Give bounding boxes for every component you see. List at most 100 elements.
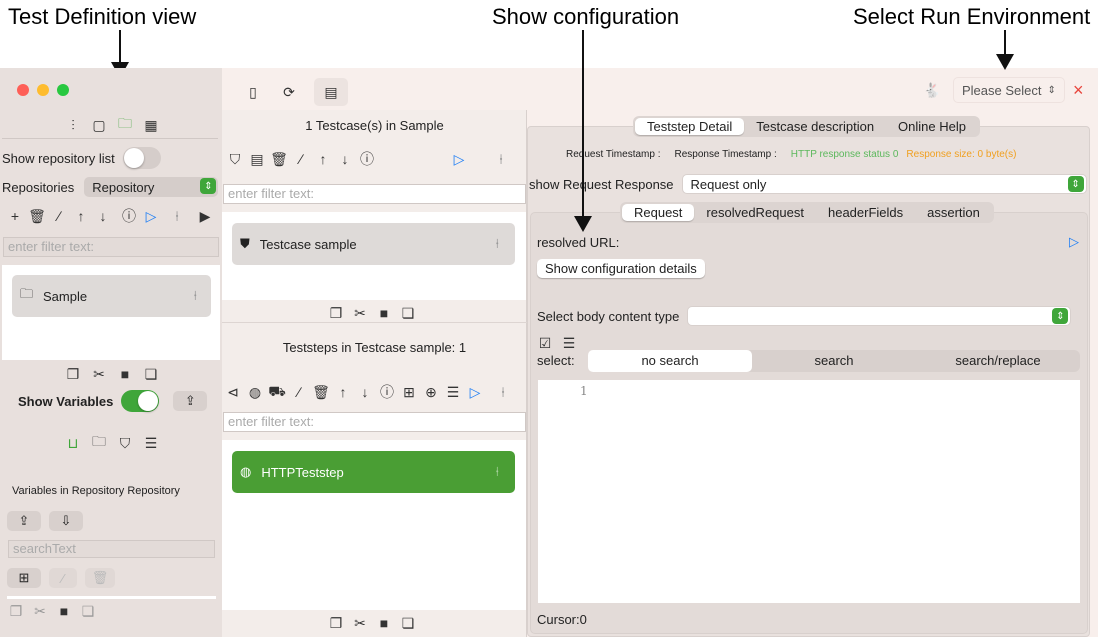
info-icon[interactable]: ⓘ bbox=[376, 382, 398, 402]
duplicate-icon[interactable]: ❏ bbox=[397, 613, 419, 633]
copy-icon[interactable]: ❐ bbox=[5, 601, 27, 621]
info-icon[interactable]: ⓘ bbox=[356, 149, 378, 169]
scissors-icon[interactable]: ✂ bbox=[349, 303, 371, 323]
show-repo-list-toggle[interactable] bbox=[122, 147, 161, 169]
paste-icon[interactable]: ■ bbox=[373, 303, 395, 323]
back-circle-icon[interactable]: ⊲ bbox=[222, 382, 244, 402]
repositories-select[interactable]: Repository ⇕ bbox=[84, 177, 219, 197]
tab-online-help[interactable]: Online Help bbox=[886, 118, 978, 135]
copy-icon[interactable]: ❐ bbox=[62, 364, 84, 384]
edit-icon[interactable]: ∕ bbox=[288, 382, 310, 402]
close-icon[interactable]: × bbox=[1073, 80, 1084, 101]
sidebar-toggle-icon[interactable]: ▯ bbox=[242, 82, 264, 102]
news-icon[interactable]: ▦ bbox=[140, 115, 162, 135]
list-indent-icon[interactable]: ☰ bbox=[561, 333, 577, 353]
show-config-button[interactable]: Show configuration details bbox=[537, 259, 705, 278]
tab-resolved-request[interactable]: resolvedRequest bbox=[694, 204, 816, 221]
tab-header-fields[interactable]: headerFields bbox=[816, 204, 915, 221]
arrow-down-icon[interactable]: ↓ bbox=[92, 206, 114, 226]
testcase-filter-input[interactable]: enter filter text: bbox=[223, 184, 526, 204]
edit-icon[interactable]: ∕ bbox=[290, 149, 312, 169]
scissors-icon[interactable]: ✂ bbox=[29, 601, 51, 621]
search-mode-replace[interactable]: search/replace bbox=[916, 350, 1080, 372]
scissors-icon[interactable]: ✂ bbox=[349, 613, 371, 633]
list-doc-icon[interactable]: ▤ bbox=[246, 149, 268, 169]
response-size: Response size: 0 byte(s) bbox=[906, 149, 1017, 160]
play-icon[interactable]: ▷ bbox=[1069, 234, 1079, 250]
globe-icon[interactable]: ◍ bbox=[244, 382, 266, 402]
number-circle-icon[interactable]: ⊕ bbox=[420, 382, 442, 402]
figure-icon[interactable]: ⍿ bbox=[492, 382, 514, 402]
delete-variable-button[interactable]: 🗑 bbox=[85, 568, 115, 588]
list-item[interactable]: ◍ HTTPTeststep ⍿ bbox=[232, 451, 515, 493]
list-item[interactable]: ⛊ Testcase sample ⍿ bbox=[232, 223, 515, 265]
list-item[interactable]: 🗀 Sample ⍿ bbox=[12, 275, 211, 317]
format-checklist-icon[interactable]: ☑ bbox=[537, 333, 553, 353]
play-icon[interactable]: ▷ bbox=[140, 206, 162, 226]
repositories-label: Repositories bbox=[2, 179, 75, 195]
arrow-up-icon[interactable]: ↑ bbox=[332, 382, 354, 402]
shield-icon[interactable]: ⛉ bbox=[114, 433, 136, 453]
window-close-button[interactable] bbox=[17, 84, 29, 96]
folder-icon[interactable]: 🗀 bbox=[114, 115, 136, 135]
tab-testcase-description[interactable]: Testcase description bbox=[744, 118, 886, 135]
repo-filter-input[interactable]: enter filter text: bbox=[3, 237, 219, 257]
play-icon[interactable]: ▷ bbox=[448, 149, 470, 169]
sync-icon[interactable]: ⟳ bbox=[278, 82, 300, 102]
inbox-icon[interactable]: ⊔ bbox=[62, 433, 84, 453]
trash-icon[interactable]: 🗑 bbox=[268, 149, 290, 169]
tab-request[interactable]: Request bbox=[622, 204, 695, 221]
play-rect-icon[interactable]: ▶ bbox=[194, 206, 216, 226]
trash-icon[interactable]: 🗑 bbox=[310, 382, 332, 402]
show-variables-toggle[interactable] bbox=[121, 390, 160, 412]
arrow-up-icon[interactable]: ↑ bbox=[70, 206, 92, 226]
document-view-icon[interactable]: ▤ bbox=[314, 78, 348, 106]
checklist-icon[interactable]: ☰ bbox=[140, 433, 162, 453]
edit-icon[interactable]: ∕ bbox=[48, 206, 70, 226]
teststep-filter-input[interactable]: enter filter text: bbox=[223, 412, 526, 432]
trash-icon[interactable]: 🗑 bbox=[26, 206, 48, 226]
arrow-down-icon[interactable]: ↓ bbox=[334, 149, 356, 169]
add-icon[interactable]: + bbox=[4, 206, 26, 226]
cart-icon[interactable]: ⛟ bbox=[266, 382, 288, 402]
arrow-down-icon[interactable]: ↓ bbox=[354, 382, 376, 402]
add-variable-button[interactable]: ⊞ bbox=[7, 568, 41, 588]
show-request-response-label: show Request Response bbox=[529, 176, 674, 192]
shield-check-icon[interactable]: ⛉ bbox=[224, 149, 246, 169]
show-request-response-select[interactable]: Request only ⇕ bbox=[681, 174, 1087, 194]
text-wrap-icon[interactable]: ☰ bbox=[442, 382, 464, 402]
number-square-icon[interactable]: ⊞ bbox=[398, 382, 420, 402]
import-variables-button[interactable]: ⇩ bbox=[49, 511, 83, 531]
info-icon[interactable]: ⓘ bbox=[118, 206, 140, 226]
arrow-up-icon[interactable]: ↑ bbox=[312, 149, 334, 169]
variables-search-input[interactable]: searchText bbox=[8, 540, 215, 558]
paste-icon[interactable]: ■ bbox=[373, 613, 395, 633]
duplicate-icon[interactable]: ❏ bbox=[140, 364, 162, 384]
figure-icon[interactable]: ⍿ bbox=[166, 206, 188, 226]
tab-assertion[interactable]: assertion bbox=[915, 204, 992, 221]
copy-icon[interactable]: ❐ bbox=[325, 613, 347, 633]
window-zoom-button[interactable] bbox=[57, 84, 69, 96]
figure-icon[interactable]: ⍿ bbox=[490, 149, 512, 169]
search-mode-no-search[interactable]: no search bbox=[588, 350, 752, 372]
body-type-select[interactable]: ⇕ bbox=[687, 306, 1072, 326]
edit-variable-button[interactable]: ∕ bbox=[49, 568, 77, 588]
play-icon[interactable]: ▷ bbox=[464, 382, 486, 402]
copy-icon[interactable]: ❐ bbox=[325, 303, 347, 323]
search-mode-search[interactable]: search bbox=[752, 350, 916, 372]
paste-icon[interactable]: ■ bbox=[114, 364, 136, 384]
export-button[interactable]: ⇪ bbox=[173, 391, 208, 411]
duplicate-icon[interactable]: ❏ bbox=[77, 601, 99, 621]
scissors-icon[interactable]: ✂ bbox=[88, 364, 110, 384]
duplicate-icon[interactable]: ❏ bbox=[397, 303, 419, 323]
body-editor[interactable]: 1 bbox=[538, 380, 1080, 603]
export-variables-button[interactable]: ⇪ bbox=[7, 511, 41, 531]
backpack-icon[interactable]: ▢ bbox=[88, 115, 110, 135]
waveform-icon[interactable]: ⫶ bbox=[62, 115, 84, 135]
line-number: 1 bbox=[580, 384, 588, 398]
run-environment-select[interactable]: Please Select ⇕ bbox=[953, 77, 1065, 103]
tab-teststep-detail[interactable]: Teststep Detail bbox=[635, 118, 745, 135]
paste-icon[interactable]: ■ bbox=[53, 601, 75, 621]
window-minimize-button[interactable] bbox=[37, 84, 49, 96]
folder-icon[interactable]: 🗀 bbox=[88, 433, 110, 453]
